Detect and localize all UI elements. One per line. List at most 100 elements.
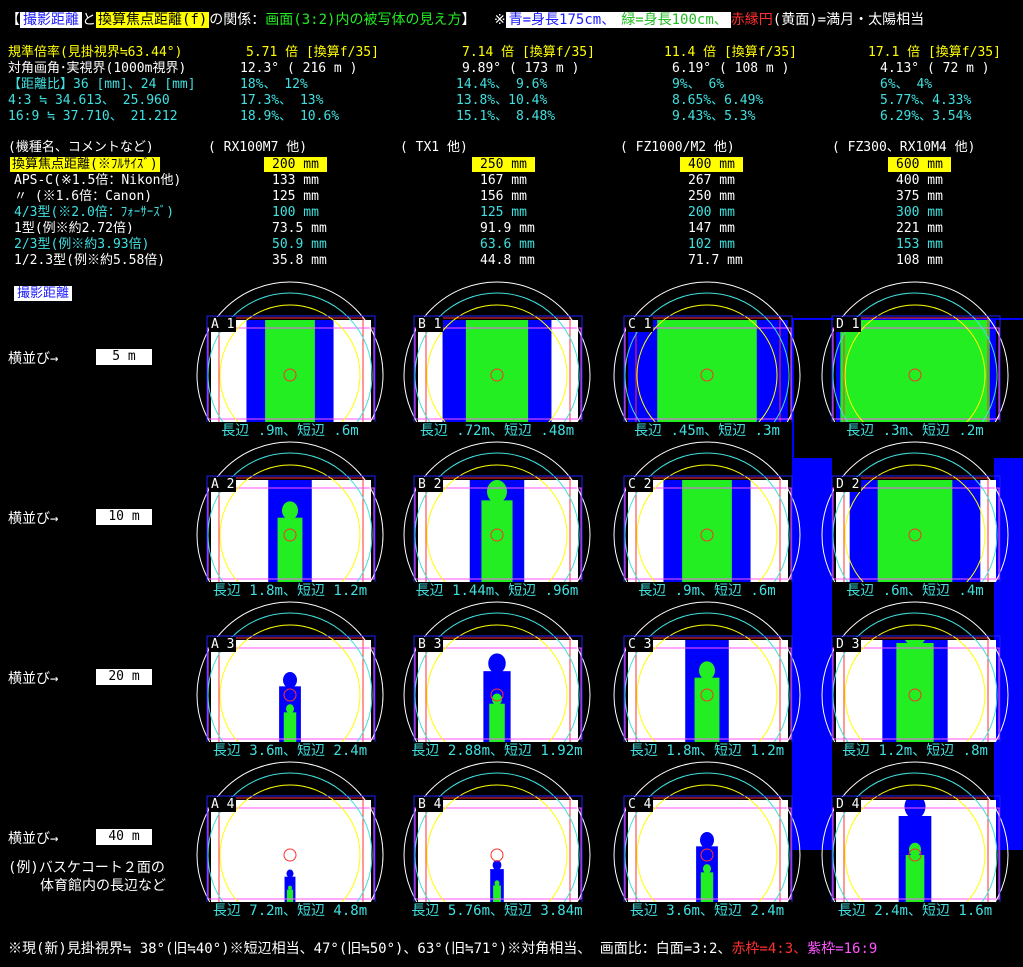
diagram-svg — [613, 761, 801, 902]
model-row-value: 91.9 mm — [480, 221, 535, 236]
models-label: (機種名、コメントなど) — [8, 140, 154, 155]
cell-caption: 長辺 .3m、短辺 .2m — [846, 423, 984, 439]
cell-caption: 長辺 .9m、短辺 .6m — [638, 583, 776, 599]
spec-r169-2: 9.43%、5.3% — [672, 109, 756, 124]
figures — [442, 320, 552, 422]
cell-caption: 長辺 .9m、短辺 .6m — [221, 423, 359, 439]
cell-id: D 4 — [834, 797, 862, 812]
model-row-value: 108 mm — [896, 253, 943, 268]
header-red-note: 赤縁円 — [730, 12, 773, 28]
diagram-cell: B 2 長辺 1.44m、短辺 .96m — [402, 440, 592, 602]
figures — [849, 480, 981, 582]
model-row-value: 156 mm — [480, 189, 527, 204]
diagram-cell: C 2 長辺 .9m、短辺 .6m — [612, 440, 802, 602]
cell-caption: 長辺 1.44m、短辺 .96m — [415, 583, 579, 599]
header: 【撮影距離と換算焦点距離(f) の関係：画面(3:2)内の被写体の見え方】 ※ 青=… — [6, 12, 924, 28]
spec-row4-label: 4:3 ≒ 34.613、 25.960 — [8, 93, 170, 108]
model-row-value: 125 mm — [480, 205, 527, 220]
diagram-svg — [403, 601, 591, 742]
spec-r36-1: 14.4%、 9.6% — [456, 77, 548, 92]
cell-id: A 3 — [209, 637, 237, 652]
header-relation: の関係： — [209, 12, 266, 28]
row-dist-3: 20 m — [96, 669, 152, 685]
spec-r43-0: 17.3%、 13% — [240, 93, 324, 108]
section-label: 撮影距離 — [14, 286, 73, 302]
diagram-svg — [821, 601, 1009, 742]
model-row-value: 63.6 mm — [480, 237, 535, 252]
figures — [469, 480, 525, 582]
figures — [246, 320, 334, 422]
model-row-value: 200 mm — [688, 205, 735, 220]
diagram-cell: A 1 長辺 .9m、短辺 .6m — [195, 280, 385, 442]
green-person-head — [492, 693, 502, 705]
header-note-prefix: ※ — [493, 12, 506, 28]
cell-id: B 1 — [416, 317, 444, 332]
spec-angle-0: 12.3° ( 216 m ) — [240, 61, 358, 76]
diagram-cell: C 1 長辺 .45m、短辺 .3m — [612, 280, 802, 442]
figures — [836, 320, 996, 422]
model-row-label: APS-C(※1.5倍：Nikon他) — [14, 173, 182, 188]
spec-r43-3: 5.77%、4.33% — [880, 93, 972, 108]
diagram-cell: C 3 長辺 1.8m、短辺 1.2m — [612, 600, 802, 762]
model-row-value: 300 mm — [896, 205, 943, 220]
blue-person-head — [700, 832, 714, 849]
green-person-body — [283, 712, 297, 742]
cell-id: A 2 — [209, 477, 237, 492]
diagram-svg — [821, 441, 1009, 582]
blue-person-head — [488, 653, 506, 674]
blue-person-head — [492, 860, 502, 871]
row-label-4: 横並び→ — [8, 831, 59, 847]
green-person-body — [277, 517, 303, 582]
green-person — [896, 640, 934, 742]
footer: ※現(新)見掛視界≒ 38°(旧≒40°)※短辺相当、47°(旧≒50°)、63… — [8, 941, 877, 957]
green-person-body — [682, 480, 732, 582]
spec-angle-3: 4.13° ( 72 m ) — [880, 61, 990, 76]
cell-caption: 長辺 .6m、短辺 .4m — [846, 583, 984, 599]
model-name-0: ( RX100M7 他) — [208, 140, 308, 155]
blue-person-head — [286, 869, 294, 878]
spec-mag-2: 11.4 倍 [換算f/35] — [664, 45, 797, 60]
diagram-svg — [613, 441, 801, 582]
footer-main: ※現(新)見掛視界≒ 38°(旧≒40°)※短辺相当、47°(旧≒50°)、63… — [8, 941, 732, 957]
diagram-svg — [613, 601, 801, 742]
spec-row5-label: 16:9 ≒ 37.710、 21.212 — [8, 109, 178, 124]
model-row-value: 250 mm — [688, 189, 735, 204]
spec-mag-1: 7.14 倍 [換算f/35] — [462, 45, 595, 60]
model-row-label: 2/3型(例※約3.93倍) — [14, 237, 150, 252]
cell-id: C 2 — [626, 477, 654, 492]
cell-caption: 長辺 2.4m、短辺 1.6m — [837, 903, 993, 919]
cell-id: D 2 — [834, 477, 862, 492]
spec-row2-label: 対角画角･実視界(1000m視界) — [8, 61, 187, 76]
row-label-2: 横並び→ — [8, 511, 59, 527]
cell-id: C 1 — [626, 317, 654, 332]
cell-id: A 1 — [209, 317, 237, 332]
spec-row3-label: 【距離比】36 [mm]、24 [mm] — [8, 77, 196, 92]
spec-mag-0: 5.71 倍 [換算f/35] — [246, 45, 379, 60]
model-name-1: ( TX1 他) — [400, 140, 468, 155]
row-label-1: 横並び→ — [8, 351, 59, 367]
spec-row1-label: 規準倍率(見掛視界≒63.44°) — [8, 45, 183, 60]
green-person-body — [905, 855, 925, 902]
diagram-cell: A 4 長辺 7.2m、短辺 4.8m — [195, 760, 385, 922]
green-person — [682, 480, 732, 582]
blue-person-head — [283, 672, 297, 689]
figures — [268, 480, 312, 582]
diagram-cell: D 3 長辺 1.2m、短辺 .8m — [820, 600, 1010, 762]
header-screen-desc: 画面(3:2)内の被写体の見え方 — [265, 12, 462, 28]
green-person-head — [288, 885, 292, 891]
model-name-2: ( FZ1000/M2 他) — [620, 140, 735, 155]
green-person-head — [487, 480, 507, 503]
diagram-svg — [196, 441, 384, 582]
conv-label: 換算焦点距離(※ﾌﾙｻｲｽﾞ) — [10, 157, 160, 172]
diagram-svg — [196, 601, 384, 742]
green-person-head — [286, 704, 294, 714]
diagram-svg — [613, 281, 801, 422]
spec-r169-3: 6.29%、3.54% — [880, 109, 972, 124]
spec-mag-3: 17.1 倍 [換算f/35] — [868, 45, 1001, 60]
cell-caption: 長辺 5.76m、短辺 3.84m — [411, 903, 583, 919]
diagram-svg — [403, 761, 591, 902]
green-person-body — [265, 320, 315, 422]
header-blue-note: 青=身長175cm、 — [505, 12, 619, 28]
green-person — [877, 480, 953, 582]
cell-caption: 長辺 3.6m、短辺 2.4m — [212, 743, 368, 759]
